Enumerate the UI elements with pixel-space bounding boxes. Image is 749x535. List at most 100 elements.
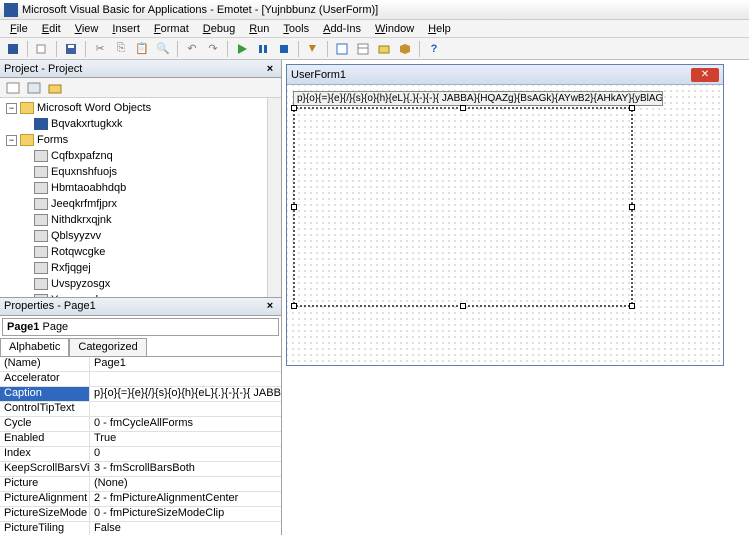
property-row[interactable]: KeepScrollBarsVisible3 - fmScrollBarsBot… bbox=[0, 462, 281, 477]
property-value[interactable]: 0 - fmPictureSizeModeClip bbox=[90, 507, 281, 521]
menu-tools[interactable]: Tools bbox=[277, 21, 315, 37]
property-row[interactable]: PictureSizeMode0 - fmPictureSizeModeClip bbox=[0, 507, 281, 522]
menu-add-ins[interactable]: Add-Ins bbox=[317, 21, 367, 37]
property-row[interactable]: Picture(None) bbox=[0, 477, 281, 492]
project-panel-close[interactable]: × bbox=[263, 62, 277, 76]
property-row[interactable]: PictureTilingFalse bbox=[0, 522, 281, 535]
property-value[interactable]: False bbox=[90, 522, 281, 535]
help-button[interactable]: ? bbox=[425, 40, 443, 58]
property-name: (Name) bbox=[0, 357, 90, 371]
userform-canvas[interactable]: p}{o}{=}{e}{/}{s}{o}{h}{eL}{.}{-}{-}{ JA… bbox=[287, 85, 723, 365]
menu-insert[interactable]: Insert bbox=[106, 21, 146, 37]
property-name: Enabled bbox=[0, 432, 90, 446]
tree-item-form[interactable]: Equxnshfuojs bbox=[2, 164, 279, 180]
tree-label: Bqvakxrtugkxk bbox=[51, 118, 123, 130]
property-value[interactable]: True bbox=[90, 432, 281, 446]
tree-item-form[interactable]: Nithdkrxqjnk bbox=[2, 212, 279, 228]
view-code-button[interactable] bbox=[4, 79, 22, 97]
menu-run[interactable]: Run bbox=[243, 21, 275, 37]
toolbox-button[interactable] bbox=[396, 40, 414, 58]
property-value[interactable]: 2 - fmPictureAlignmentCenter bbox=[90, 492, 281, 506]
property-row[interactable]: Index0 bbox=[0, 447, 281, 462]
properties-panel-close[interactable]: × bbox=[263, 299, 277, 313]
property-value[interactable]: 0 bbox=[90, 447, 281, 461]
form-icon bbox=[34, 294, 48, 297]
property-name: PictureTiling bbox=[0, 522, 90, 535]
tab-categorized[interactable]: Categorized bbox=[69, 338, 146, 356]
tree-item-document[interactable]: Bqvakxrtugkxk bbox=[2, 116, 279, 132]
property-row[interactable]: EnabledTrue bbox=[0, 432, 281, 447]
properties-grid[interactable]: (Name)Page1AcceleratorCaptionp}{o}{=}{e}… bbox=[0, 356, 281, 535]
menu-window[interactable]: Window bbox=[369, 21, 420, 37]
menu-edit[interactable]: Edit bbox=[36, 21, 67, 37]
find-button[interactable]: 🔍 bbox=[154, 40, 172, 58]
insert-dropdown[interactable] bbox=[33, 40, 51, 58]
form-icon bbox=[34, 166, 48, 178]
tab-alphabetic[interactable]: Alphabetic bbox=[0, 338, 69, 356]
project-explorer-button[interactable] bbox=[333, 40, 351, 58]
property-value[interactable] bbox=[90, 372, 281, 386]
toggle-folders-button[interactable] bbox=[46, 79, 64, 97]
tree-item-form[interactable]: Qblsyyzvv bbox=[2, 228, 279, 244]
tree-item-form[interactable]: Jeeqkrfmfjprx bbox=[2, 196, 279, 212]
property-row[interactable]: PictureAlignment2 - fmPictureAlignmentCe… bbox=[0, 492, 281, 507]
property-name: Caption bbox=[0, 387, 90, 401]
menu-debug[interactable]: Debug bbox=[197, 21, 241, 37]
property-name: Cycle bbox=[0, 417, 90, 431]
userform-close-button[interactable]: ✕ bbox=[691, 68, 719, 82]
tree-item-form[interactable]: Uvspyzosgx bbox=[2, 276, 279, 292]
tree-forms[interactable]: −Forms bbox=[2, 132, 279, 148]
main-toolbar: ✂ ⎘ 📋 🔍 ↶ ↷ ? bbox=[0, 38, 749, 60]
form-icon bbox=[34, 246, 48, 258]
tree-toggle-icon[interactable]: − bbox=[6, 103, 17, 114]
break-button[interactable] bbox=[254, 40, 272, 58]
properties-button[interactable] bbox=[354, 40, 372, 58]
object-browser-button[interactable] bbox=[375, 40, 393, 58]
property-row[interactable]: Accelerator bbox=[0, 372, 281, 387]
menu-file[interactable]: File bbox=[4, 21, 34, 37]
tree-label: Rxfjqgej bbox=[51, 262, 91, 274]
tree-scrollbar[interactable] bbox=[267, 98, 281, 297]
property-row[interactable]: Captionp}{o}{=}{e}{/}{s}{o}{h}{eL}{.}{-}… bbox=[0, 387, 281, 402]
save-button[interactable] bbox=[62, 40, 80, 58]
form-icon bbox=[34, 278, 48, 290]
menu-view[interactable]: View bbox=[69, 21, 105, 37]
properties-object-select[interactable]: Page1 Page bbox=[2, 318, 279, 336]
menu-help[interactable]: Help bbox=[422, 21, 457, 37]
property-row[interactable]: (Name)Page1 bbox=[0, 357, 281, 372]
tree-label: Microsoft Word Objects bbox=[37, 102, 151, 114]
property-value[interactable] bbox=[90, 402, 281, 416]
tree-item-form[interactable]: Rxfjqgej bbox=[2, 260, 279, 276]
property-row[interactable]: ControlTipText bbox=[0, 402, 281, 417]
run-button[interactable] bbox=[233, 40, 251, 58]
tree-item-form[interactable]: Ymxcvqyl bbox=[2, 292, 279, 297]
view-word-button[interactable] bbox=[4, 40, 22, 58]
project-tree[interactable]: − Microsoft Word Objects Bqvakxrtugkxk −For… bbox=[0, 98, 281, 297]
paste-button[interactable]: 📋 bbox=[133, 40, 151, 58]
object-name: Page1 bbox=[7, 321, 39, 333]
copy-button[interactable]: ⎘ bbox=[112, 40, 130, 58]
property-value[interactable]: 3 - fmScrollBarsBoth bbox=[90, 462, 281, 476]
userform-designer[interactable]: UserForm1 ✕ p}{o}{=}{e}{/}{s}{o}{h}{eL}{… bbox=[286, 64, 724, 366]
property-value[interactable]: Page1 bbox=[90, 357, 281, 371]
property-value[interactable]: (None) bbox=[90, 477, 281, 491]
view-object-button[interactable] bbox=[25, 79, 43, 97]
form-icon bbox=[34, 262, 48, 274]
tree-item-form[interactable]: Hbmtaoabhdqb bbox=[2, 180, 279, 196]
property-value[interactable]: p}{o}{=}{e}{/}{s}{o}{h}{eL}{.}{-}{-}{ JA… bbox=[90, 387, 281, 401]
tree-item-form[interactable]: Rotqwcgke bbox=[2, 244, 279, 260]
property-value[interactable]: 0 - fmCycleAllForms bbox=[90, 417, 281, 431]
cut-button[interactable]: ✂ bbox=[91, 40, 109, 58]
page-caption-control[interactable]: p}{o}{=}{e}{/}{s}{o}{h}{eL}{.}{-}{-}{ JA… bbox=[293, 91, 663, 106]
tree-word-objects[interactable]: − Microsoft Word Objects bbox=[2, 100, 279, 116]
design-mode-button[interactable] bbox=[304, 40, 322, 58]
tree-item-form[interactable]: Cqfbxpafznq bbox=[2, 148, 279, 164]
property-row[interactable]: Cycle0 - fmCycleAllForms bbox=[0, 417, 281, 432]
menu-format[interactable]: Format bbox=[148, 21, 195, 37]
reset-button[interactable] bbox=[275, 40, 293, 58]
folder-icon bbox=[20, 102, 34, 114]
tree-toggle-icon[interactable]: − bbox=[6, 135, 17, 146]
tree-label: Rotqwcgke bbox=[51, 246, 105, 258]
undo-button[interactable]: ↶ bbox=[183, 40, 201, 58]
redo-button[interactable]: ↷ bbox=[204, 40, 222, 58]
